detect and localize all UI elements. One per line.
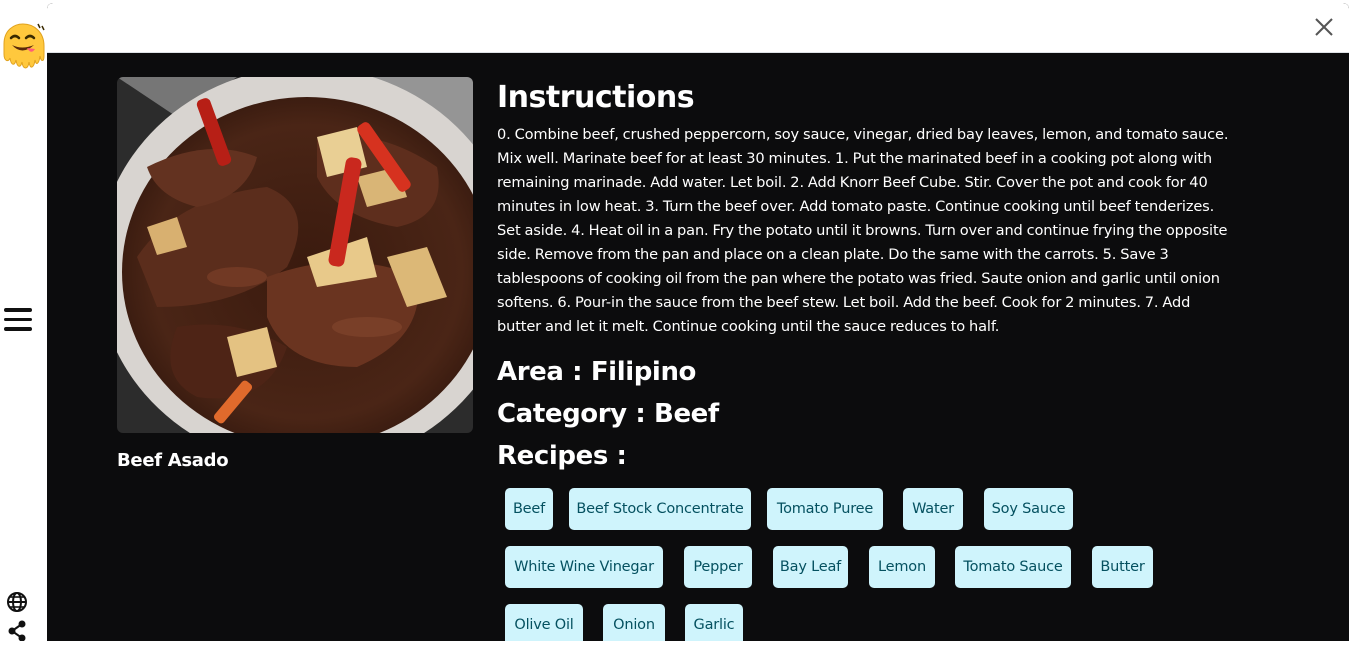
ingredient-chip[interactable]: Tomato Puree [767,488,883,530]
smiling-face-logo-icon[interactable] [0,22,46,78]
share-icon[interactable] [7,620,27,642]
ingredient-chip[interactable]: Olive Oil [505,604,583,641]
ingredient-chip[interactable]: Pepper [684,546,752,588]
meal-details: Instructions 0. Combine beef, crushed pe… [497,79,1237,477]
sidebar [0,0,47,642]
ingredient-chip[interactable]: Garlic [685,604,743,641]
ingredient-chip[interactable]: Bay Leaf [773,546,848,588]
ingredient-chip[interactable]: Beef [505,488,553,530]
close-icon[interactable] [1314,17,1334,37]
category-label: Category : Beef [497,399,719,429]
ingredient-chip[interactable]: Lemon [869,546,935,588]
meal-detail-modal: Beef Asado Instructions 0. Combine beef,… [47,3,1349,641]
ingredient-chip[interactable]: Onion [603,604,665,641]
meal-name: Beef Asado [117,450,229,471]
modal-header [47,3,1349,53]
area-label: Area : Filipino [497,357,697,387]
ingredient-chip[interactable]: Tomato Sauce [955,546,1071,588]
ingredient-chip[interactable]: Soy Sauce [984,488,1073,530]
instructions-title: Instructions [497,80,695,115]
recipes-title: Recipes : [497,441,627,471]
ingredient-chip[interactable]: Water [903,488,963,530]
globe-icon[interactable] [6,591,28,613]
hamburger-menu-icon[interactable] [3,308,33,338]
ingredient-chip[interactable]: White Wine Vinegar [505,546,663,588]
ingredient-chip[interactable]: Butter [1092,546,1153,588]
instructions-text: 0. Combine beef, crushed peppercorn, soy… [497,126,1229,335]
meal-image [117,77,473,433]
ingredient-chip[interactable]: Beef Stock Concentrate [569,488,751,530]
